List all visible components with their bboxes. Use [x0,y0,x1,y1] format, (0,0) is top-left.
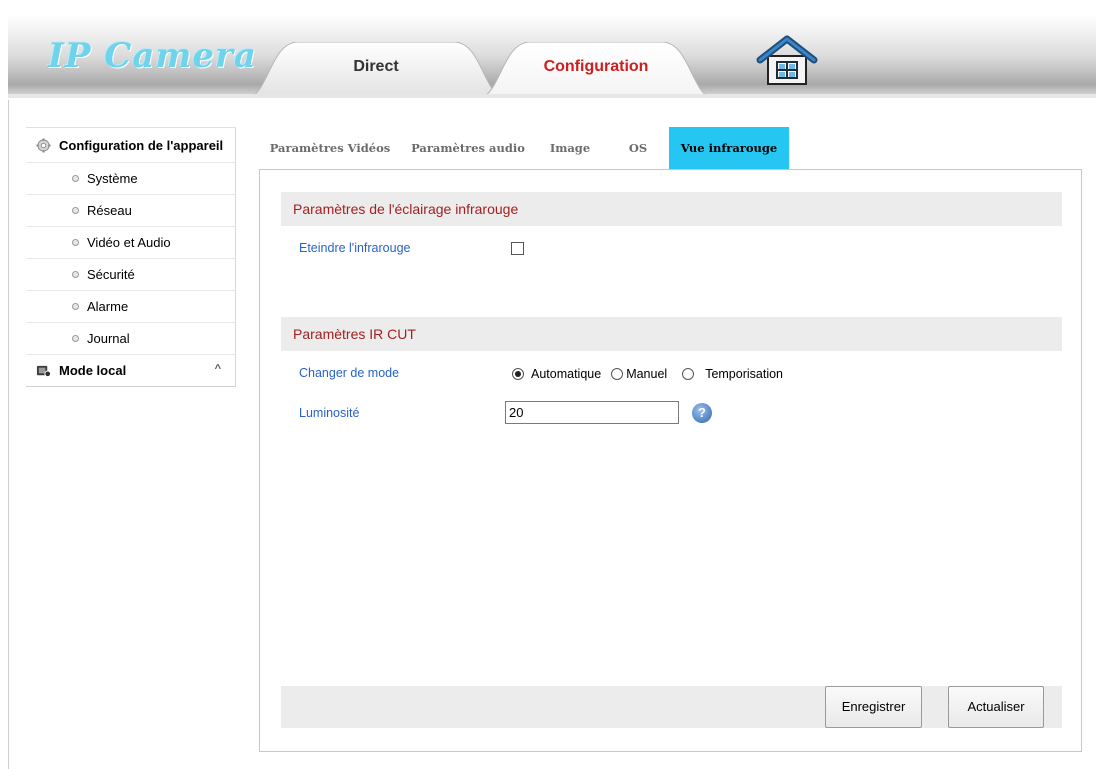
chevron-up-icon[interactable]: ^ [215,363,221,375]
subtab-vue-infrarouge[interactable]: Vue infrarouge [669,127,789,169]
radio-manuel-label[interactable]: Manuel [626,367,667,381]
radio-manuel[interactable] [611,368,624,380]
subtab-parametres-audio[interactable]: Paramètres audio [408,127,528,169]
top-header: IP Camera Direct Configuration [8,14,1096,98]
sidebar-item-video-audio[interactable]: Vidéo et Audio [26,227,236,259]
subtab-parametres-videos[interactable]: Paramètres Vidéos [260,127,400,169]
help-icon[interactable]: ? [692,403,712,423]
bullet-icon [72,271,79,278]
turn-off-ir-checkbox[interactable] [511,242,524,255]
bullet-icon [72,239,79,246]
sidebar-item-securite[interactable]: Sécurité [26,259,236,291]
sidebar-device-config[interactable]: Configuration de l'appareil [26,127,236,163]
tab-configuration[interactable]: Configuration [478,42,714,94]
sidebar-item-reseau[interactable]: Réseau [26,195,236,227]
sidebar-item-label: Journal [87,331,130,346]
sidebar-device-config-label: Configuration de l'appareil [59,137,224,153]
app-logo: IP Camera [48,36,257,76]
sidebar-local-mode-label: Mode local [59,363,127,378]
tab-direct-label: Direct [353,58,399,75]
sidebar-item-label: Alarme [87,299,129,314]
sidebar-item-alarme[interactable]: Alarme [26,291,236,323]
save-button[interactable]: Enregistrer [825,686,922,728]
sidebar-item-label: Réseau [87,203,132,218]
section-ir-lighting-title: Paramètres de l'éclairage infrarouge [281,192,1062,226]
brightness-label: Luminosité [299,406,360,420]
mode-radio-group: Automatique Manuel Temporisation [512,367,793,381]
home-button[interactable] [756,34,818,86]
sidebar-local-mode[interactable]: Mode local ^ [26,355,236,387]
bullet-icon [72,335,79,342]
subtab-os[interactable]: OS [620,127,656,169]
refresh-button[interactable]: Actualiser [948,686,1044,728]
gear-icon [36,137,51,153]
subtab-image[interactable]: Image [540,127,600,169]
tab-direct[interactable]: Direct [246,42,506,94]
tab-configuration-label: Configuration [543,58,649,75]
local-mode-icon [36,365,51,378]
radio-temporisation-label[interactable]: Temporisation [705,367,783,381]
bullet-icon [72,175,79,182]
radio-automatique-label[interactable]: Automatique [531,367,601,381]
section-ir-cut-title: Paramètres IR CUT [281,317,1062,351]
sidebar-item-label: Vidéo et Audio [87,235,171,250]
settings-panel: Paramètres de l'éclairage infrarouge Ete… [259,169,1082,752]
change-mode-label: Changer de mode [299,366,400,380]
sidebar: Configuration de l'appareil Système Rése… [26,127,236,387]
sidebar-item-label: Sécurité [87,267,135,282]
page-left-border [8,100,9,769]
brightness-input[interactable] [505,401,679,424]
sidebar-item-label: Système [87,171,138,186]
radio-temporisation[interactable] [682,368,695,380]
action-bar: Enregistrer Actualiser [281,686,1062,728]
turn-off-ir-label: Eteindre l'infrarouge [299,241,411,255]
home-icon [756,35,818,85]
bullet-icon [72,303,79,310]
sidebar-item-journal[interactable]: Journal [26,323,236,355]
sidebar-item-systeme[interactable]: Système [26,163,236,195]
radio-automatique[interactable] [512,368,524,380]
bullet-icon [72,207,79,214]
